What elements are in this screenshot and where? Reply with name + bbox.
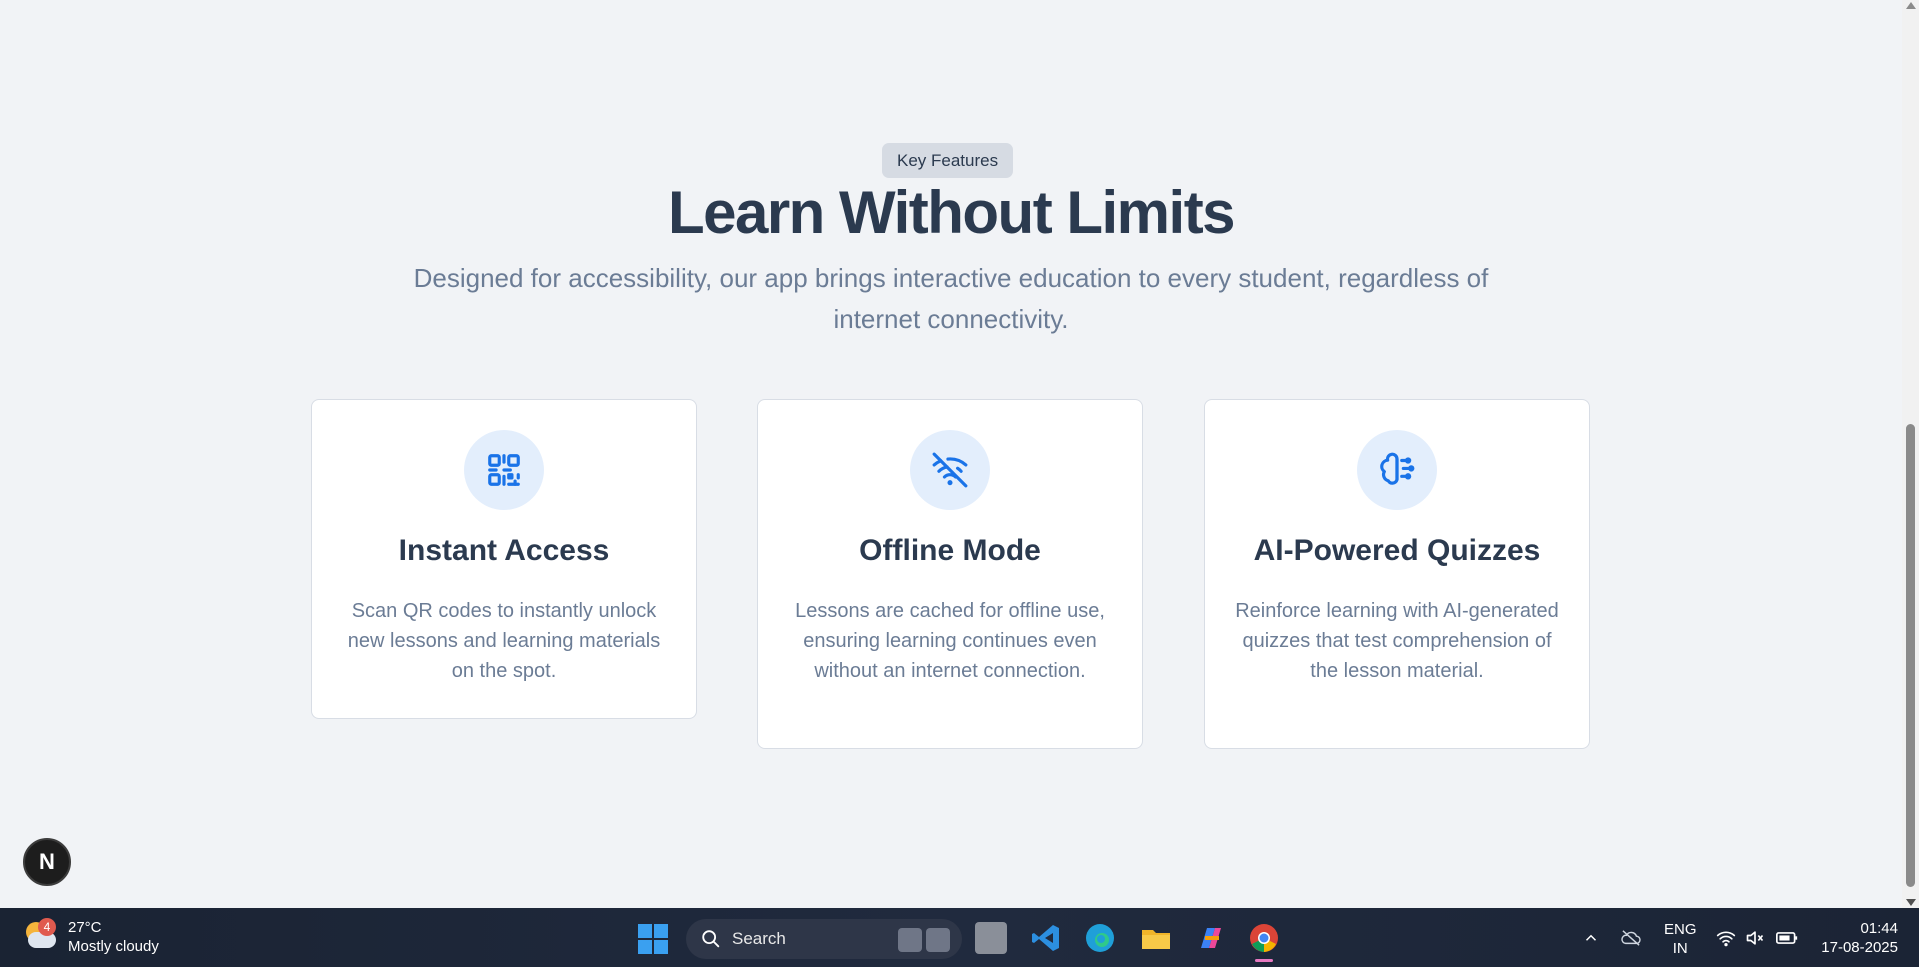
wifi-icon[interactable]: [1716, 908, 1736, 967]
feature-card-ai-quizzes: AI-Powered Quizzes Reinforce learning wi…: [1204, 399, 1590, 749]
feature-description: Scan QR codes to instantly unlock new le…: [347, 600, 661, 682]
nextjs-dev-badge[interactable]: N: [23, 838, 71, 886]
scroll-down-icon[interactable]: [1906, 899, 1916, 906]
battery-icon[interactable]: [1776, 908, 1798, 967]
clock-time: 01:44: [1860, 920, 1898, 937]
search-icon: [702, 930, 720, 948]
feature-card-instant-access: Instant Access Scan QR codes to instantl…: [311, 399, 697, 719]
system-clock[interactable]: 01:44 17-08-2025: [1816, 919, 1898, 957]
feature-description: Reinforce learning with AI-generated qui…: [1235, 600, 1559, 682]
clock-date: 17-08-2025: [1821, 939, 1898, 956]
wifi-off-icon: [910, 430, 990, 510]
qr-code-icon: [464, 430, 544, 510]
page-title: Learn Without Limits: [667, 179, 1236, 246]
speaker-muted-icon[interactable]: [1745, 908, 1765, 967]
section-subtitle: Designed for accessibility, our app brin…: [413, 263, 1489, 334]
copilot-icon[interactable]: [1195, 922, 1227, 954]
chrome-icon[interactable]: [1248, 922, 1280, 954]
active-app-indicator: [1255, 959, 1273, 962]
search-label: Search: [732, 929, 786, 948]
onedrive-offline-icon[interactable]: [1620, 908, 1642, 967]
key-features-badge: Key Features: [882, 143, 1014, 178]
windows-start-icon[interactable]: [638, 924, 668, 954]
vertical-scrollbar[interactable]: [1902, 0, 1919, 908]
cloudy-weather-icon: 4: [22, 918, 56, 954]
feature-title: Instant Access: [398, 534, 610, 567]
weather-temperature: 27°C: [68, 919, 102, 936]
feature-card-offline-mode: Offline Mode Lessons are cached for offl…: [757, 399, 1143, 749]
show-hidden-icons-chevron-icon[interactable]: [1582, 908, 1600, 967]
language-indicator[interactable]: ENG IN: [1664, 920, 1697, 958]
edge-icon[interactable]: [1084, 922, 1116, 954]
main-page: Key Features Learn Without Limits Design…: [0, 0, 1902, 908]
file-explorer-icon[interactable]: [1140, 922, 1172, 954]
scrollbar-thumb[interactable]: [1906, 424, 1915, 887]
search-highlight-art: [898, 926, 954, 954]
feature-title: Offline Mode: [859, 534, 1041, 567]
feature-description: Lessons are cached for offline use, ensu…: [795, 600, 1105, 682]
weather-condition: Mostly cloudy: [68, 938, 159, 955]
task-view-icon[interactable]: [975, 922, 1007, 954]
scroll-up-icon[interactable]: [1906, 2, 1916, 9]
taskbar-search[interactable]: Search: [686, 919, 962, 959]
feature-title: AI-Powered Quizzes: [1253, 534, 1541, 567]
taskbar: 4 27°C Mostly cloudy Search ENG IN 01:44…: [0, 908, 1919, 967]
vscode-icon[interactable]: [1030, 922, 1062, 954]
notification-count-badge: 4: [38, 918, 56, 936]
weather-widget[interactable]: 4 27°C Mostly cloudy: [22, 918, 159, 956]
brain-icon: [1357, 430, 1437, 510]
